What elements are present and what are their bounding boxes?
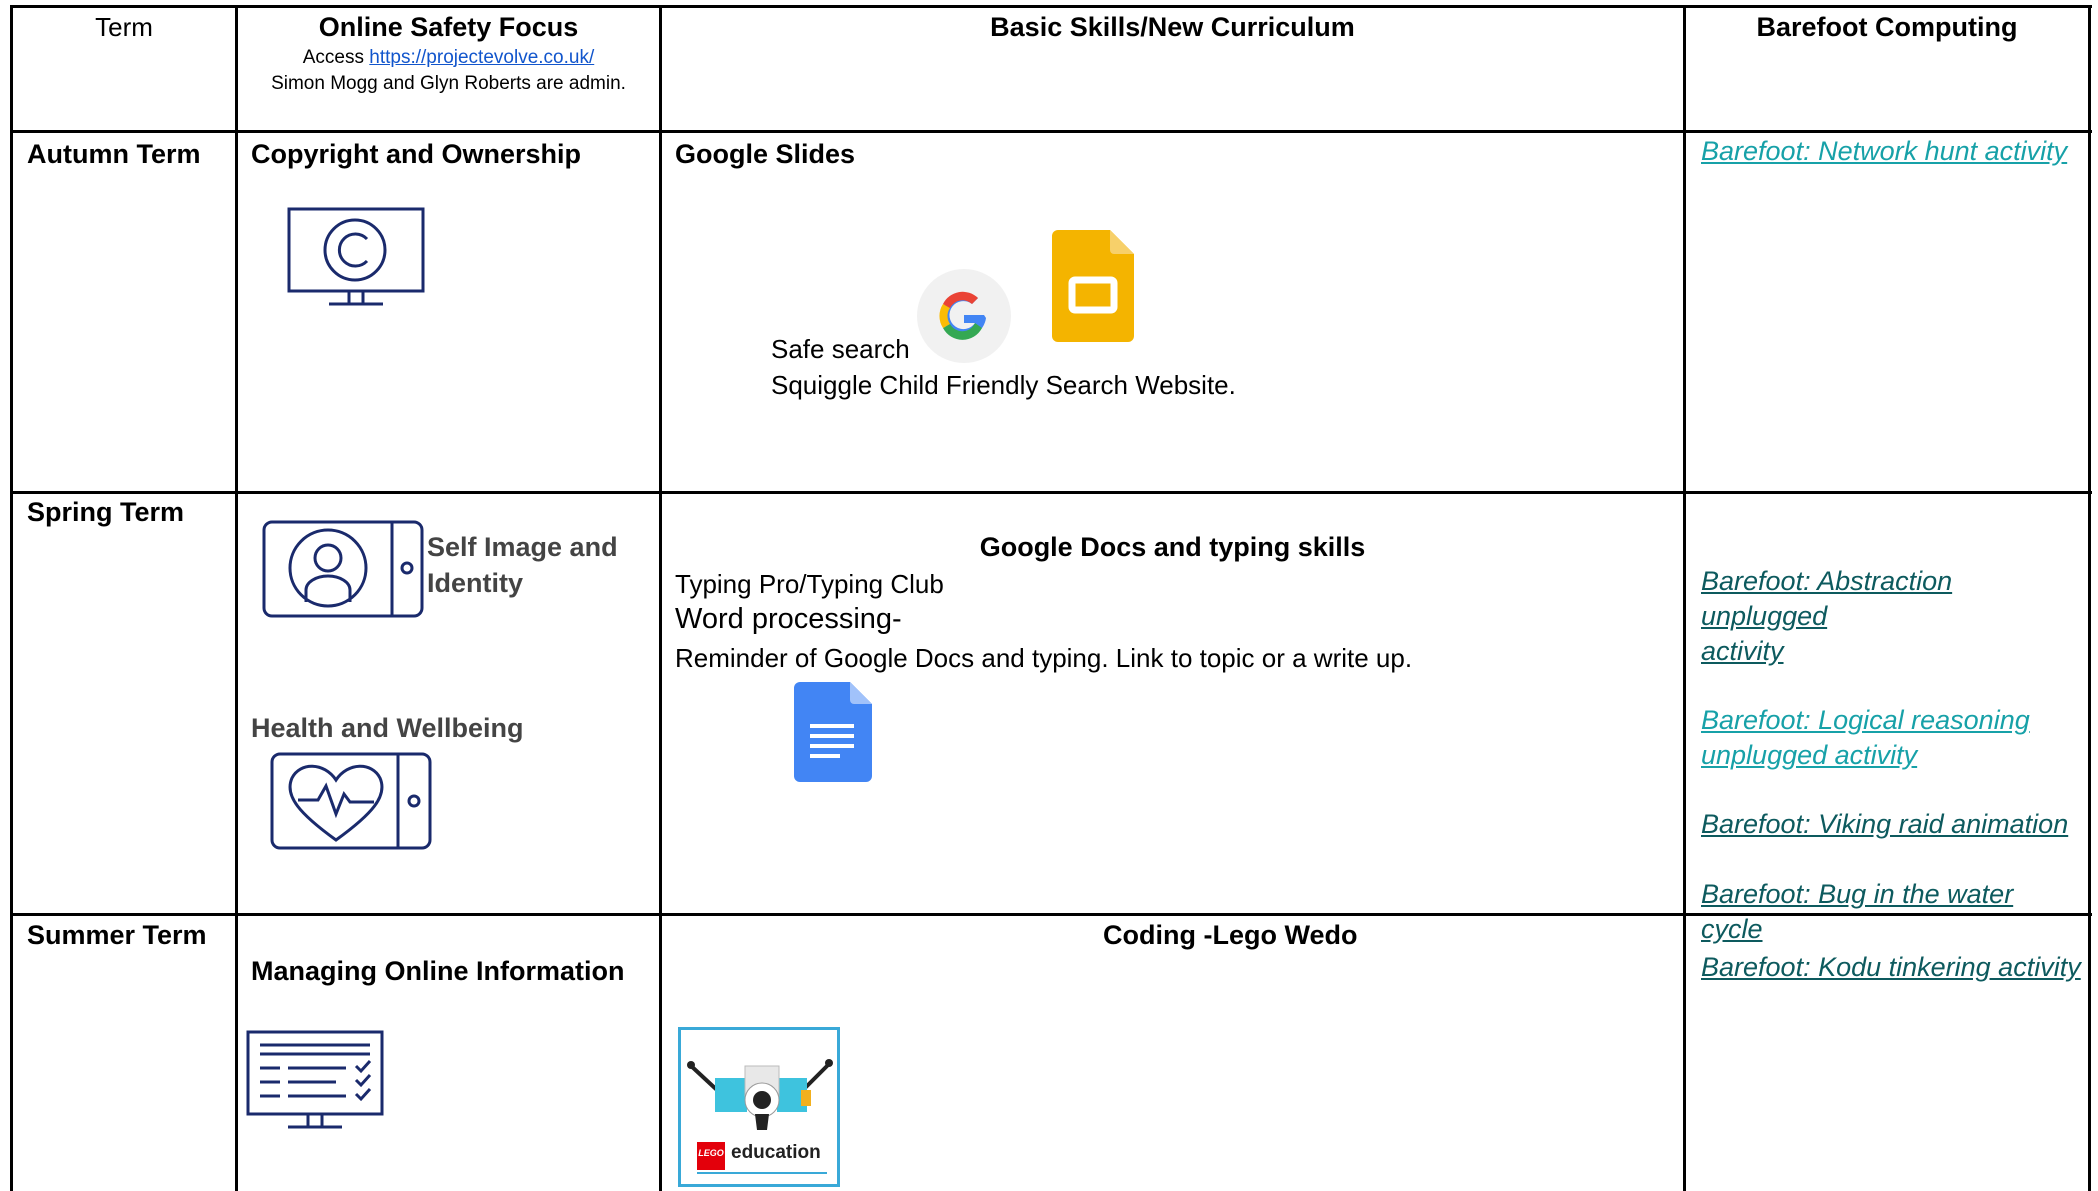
checklist-monitor-icon	[246, 1030, 384, 1129]
lego-logo-underline	[697, 1172, 827, 1174]
row-divider-autumn	[10, 491, 2092, 494]
col-divider-safety	[659, 5, 662, 1191]
barefoot-link-abstraction-cont[interactable]: activity	[1701, 634, 2081, 669]
autumn-term-label: Autumn Term	[27, 139, 201, 169]
access-prefix: Access	[302, 47, 370, 68]
google-g-icon	[917, 269, 1011, 363]
google-slides-icon	[1052, 230, 1134, 342]
autumn-safety-topic: Copyright and Ownership	[251, 139, 582, 169]
spring-skills-title: Google Docs and typing skills	[979, 532, 1366, 562]
barefoot-link-viking[interactable]: Barefoot: Viking raid animation	[1701, 807, 2081, 842]
lego-wedo-logo: LEGO education	[678, 1027, 840, 1187]
online-safety-title: Online Safety Focus	[318, 12, 579, 42]
lego-brand-word: LEGO	[698, 1148, 724, 1158]
lego-wedo-robot-icon	[687, 1059, 833, 1130]
barefoot-link-network-hunt[interactable]: Barefoot: Network hunt activity	[1701, 134, 2067, 169]
self-image-topic-line2: Identity	[427, 568, 524, 598]
header-basic-skills: Basic Skills/New Curriculum	[990, 12, 1355, 42]
col-divider-left	[10, 5, 13, 1191]
row-divider-header	[10, 130, 2092, 133]
barefoot-link-abstraction[interactable]: Barefoot: Abstraction unplugged	[1701, 564, 2081, 634]
barefoot-link-logical[interactable]: Barefoot: Logical reasoning	[1701, 703, 2081, 738]
heart-phone-icon	[270, 752, 432, 850]
access-line: Access https://projectevolve.co.uk/	[238, 45, 659, 71]
health-wellbeing-topic: Health and Wellbeing	[251, 713, 524, 743]
header-online-safety: Online Safety Focus Access https://proje…	[238, 12, 659, 97]
copyright-monitor-icon	[287, 207, 425, 306]
header-barefoot: Barefoot Computing	[1756, 12, 2018, 42]
lego-education-caption: education	[731, 1142, 821, 1163]
squiggle-text: Squiggle Child Friendly Search Website.	[771, 370, 1236, 400]
table-border-top	[10, 5, 2092, 8]
spring-barefoot-links: Barefoot: Abstraction unplugged activity…	[1701, 564, 2081, 947]
selfie-phone-icon	[262, 520, 424, 618]
summer-safety-topic: Managing Online Information	[251, 956, 625, 986]
barefoot-link-kodu[interactable]: Barefoot: Kodu tinkering activity	[1701, 950, 2081, 985]
self-image-topic-line1: Self Image and	[427, 532, 618, 562]
projectevolve-link[interactable]: https://projectevolve.co.uk/	[369, 47, 594, 68]
autumn-skills-title: Google Slides	[675, 139, 856, 169]
summer-skills-title: Coding -Lego Wedo	[1103, 920, 1358, 950]
google-docs-icon	[794, 682, 872, 782]
summer-term-label: Summer Term	[27, 920, 207, 950]
barefoot-link-bug[interactable]: Barefoot: Bug in the water cycle	[1701, 877, 2081, 947]
word-processing-text: Word processing-	[675, 603, 902, 635]
header-term: Term	[95, 12, 153, 42]
col-divider-right	[2088, 5, 2091, 1191]
typing-pro-text: Typing Pro/Typing Club	[675, 569, 944, 599]
barefoot-link-logical-cont[interactable]: unplugged activity	[1701, 738, 2081, 773]
col-divider-skills	[1683, 5, 1686, 1191]
col-divider-term	[235, 5, 238, 1191]
safe-search-text: Safe search	[771, 334, 910, 364]
google-docs-reminder-text: Reminder of Google Docs and typing. Link…	[675, 643, 1413, 673]
admin-note: Simon Mogg and Glyn Roberts are admin.	[271, 73, 626, 94]
spring-term-label: Spring Term	[27, 497, 185, 527]
